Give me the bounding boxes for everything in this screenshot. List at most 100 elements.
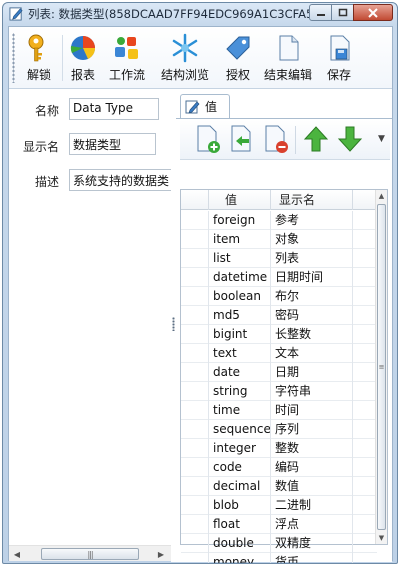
column-header-display-name[interactable]: 显示名	[271, 190, 353, 210]
row-indicator[interactable]	[181, 325, 209, 344]
table-row[interactable]: item 对象	[181, 230, 377, 249]
row-indicator[interactable]	[181, 306, 209, 325]
cell-display-name[interactable]: 密码	[271, 306, 353, 325]
move-down-icon[interactable]	[336, 124, 364, 154]
toolbar-overflow-icon[interactable]: ▼	[378, 134, 388, 152]
insert-row-icon[interactable]	[228, 124, 256, 154]
description-field[interactable]: 系统支持的数据类	[69, 169, 172, 191]
cell-value[interactable]: date	[209, 363, 271, 382]
cell-value[interactable]: boolean	[209, 287, 271, 306]
cell-value[interactable]: blob	[209, 496, 271, 515]
cell-display-name[interactable]: 二进制	[271, 496, 353, 515]
horizontal-scroll-thumb[interactable]: |||	[41, 548, 139, 560]
cell-display-name[interactable]: 对象	[271, 230, 353, 249]
move-up-icon[interactable]	[302, 124, 330, 154]
add-row-icon[interactable]	[194, 124, 222, 154]
column-header-value[interactable]: 值	[209, 190, 271, 210]
cell-value[interactable]: float	[209, 515, 271, 534]
cell-value[interactable]: md5	[209, 306, 271, 325]
unlock-button[interactable]: 解锁	[19, 31, 59, 85]
toolbar-grip[interactable]	[12, 33, 15, 83]
row-indicator[interactable]	[181, 515, 209, 534]
table-row[interactable]: code 编码	[181, 458, 377, 477]
tab-values[interactable]: 值	[180, 94, 230, 118]
cell-display-name[interactable]: 货币	[271, 553, 353, 563]
end-edit-button[interactable]: 结束编辑	[261, 31, 315, 85]
cell-display-name[interactable]: 序列	[271, 420, 353, 439]
row-indicator[interactable]	[181, 382, 209, 401]
cell-display-name[interactable]: 日期时间	[271, 268, 353, 287]
scroll-down-icon[interactable]: ▼	[376, 532, 387, 544]
table-row[interactable]: blob 二进制	[181, 496, 377, 515]
table-row[interactable]: float 浮点	[181, 515, 377, 534]
table-row[interactable]: string 字符串	[181, 382, 377, 401]
cell-display-name[interactable]: 双精度	[271, 534, 353, 553]
cell-display-name[interactable]: 编码	[271, 458, 353, 477]
row-indicator[interactable]	[181, 401, 209, 420]
cell-value[interactable]: decimal	[209, 477, 271, 496]
cell-value[interactable]: item	[209, 230, 271, 249]
display-name-field[interactable]: 数据类型	[69, 133, 156, 155]
save-button[interactable]: 保存	[322, 31, 356, 85]
row-indicator[interactable]	[181, 496, 209, 515]
cell-display-name[interactable]: 布尔	[271, 287, 353, 306]
row-indicator[interactable]	[181, 439, 209, 458]
row-indicator[interactable]	[181, 287, 209, 306]
cell-value[interactable]: text	[209, 344, 271, 363]
grid-vertical-scrollbar[interactable]: ▲ ≡ ▼	[375, 190, 387, 544]
row-indicator[interactable]	[181, 344, 209, 363]
row-indicator[interactable]	[181, 420, 209, 439]
cell-display-name[interactable]: 时间	[271, 401, 353, 420]
table-row[interactable]: decimal 数值	[181, 477, 377, 496]
close-button[interactable]	[353, 4, 393, 21]
cell-value[interactable]: bigint	[209, 325, 271, 344]
cell-display-name[interactable]: 字符串	[271, 382, 353, 401]
table-row[interactable]: boolean 布尔	[181, 287, 377, 306]
table-row[interactable]: list 列表	[181, 249, 377, 268]
cell-display-name[interactable]: 浮点	[271, 515, 353, 534]
cell-display-name[interactable]: 长整数	[271, 325, 353, 344]
table-row[interactable]: bigint 长整数	[181, 325, 377, 344]
table-row[interactable]: double 双精度	[181, 534, 377, 553]
table-row[interactable]: date 日期	[181, 363, 377, 382]
table-row[interactable]: foreign 参考	[181, 211, 377, 230]
workflow-button[interactable]: 工作流	[105, 31, 149, 85]
name-field[interactable]: Data Type	[69, 98, 159, 120]
row-indicator[interactable]	[181, 249, 209, 268]
minimize-button[interactable]	[309, 4, 332, 21]
table-row[interactable]: time 时间	[181, 401, 377, 420]
cell-display-name[interactable]: 文本	[271, 344, 353, 363]
cell-value[interactable]: list	[209, 249, 271, 268]
table-row[interactable]: md5 密码	[181, 306, 377, 325]
row-indicator[interactable]	[181, 268, 209, 287]
row-indicator[interactable]	[181, 230, 209, 249]
cell-display-name[interactable]: 日期	[271, 363, 353, 382]
cell-value[interactable]: sequence	[209, 420, 271, 439]
cell-value[interactable]: datetime	[209, 268, 271, 287]
row-indicator[interactable]	[181, 553, 209, 563]
table-row[interactable]: money 货币	[181, 553, 377, 563]
splitter-grip[interactable]	[172, 317, 175, 331]
cell-value[interactable]: foreign	[209, 211, 271, 230]
table-row[interactable]: integer 整数	[181, 439, 377, 458]
left-horizontal-scrollbar[interactable]: ◀ ||| ▶	[9, 545, 171, 561]
row-indicator[interactable]	[181, 363, 209, 382]
cell-display-name[interactable]: 参考	[271, 211, 353, 230]
scroll-right-icon[interactable]: ▶	[153, 546, 169, 562]
cell-value[interactable]: integer	[209, 439, 271, 458]
title-bar[interactable]: 列表: 数据类型(858DCAAD7FF94EDC969A1C3CFA57...	[3, 3, 397, 25]
maximize-button[interactable]	[331, 4, 354, 21]
cell-value[interactable]: time	[209, 401, 271, 420]
delete-row-icon[interactable]	[262, 124, 290, 154]
cell-display-name[interactable]: 整数	[271, 439, 353, 458]
row-indicator[interactable]	[181, 211, 209, 230]
authorize-button[interactable]: 授权	[221, 31, 255, 85]
structure-browse-button[interactable]: 结构浏览	[158, 31, 212, 85]
cell-value[interactable]: double	[209, 534, 271, 553]
row-indicator[interactable]	[181, 477, 209, 496]
cell-value[interactable]: code	[209, 458, 271, 477]
report-button[interactable]: 报表	[66, 31, 100, 85]
row-indicator[interactable]	[181, 534, 209, 553]
table-row[interactable]: datetime 日期时间	[181, 268, 377, 287]
table-row[interactable]: sequence 序列	[181, 420, 377, 439]
